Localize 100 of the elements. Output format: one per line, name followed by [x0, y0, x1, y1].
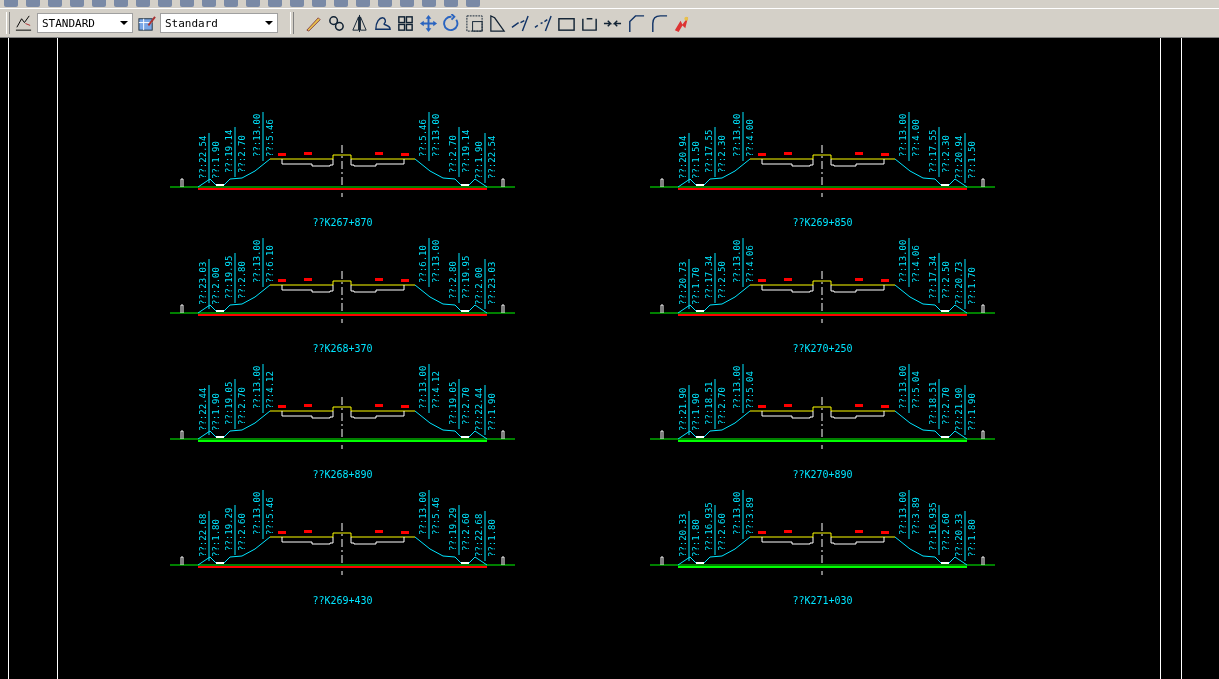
toolbar-icon[interactable]: [334, 0, 348, 7]
elevation-label: ??:2.50: [941, 261, 951, 299]
elevation-label: ??:18.51: [928, 381, 938, 425]
leader-line: [262, 238, 264, 288]
leader-line: [234, 504, 236, 556]
elevation-label: ??:1.50: [967, 141, 977, 179]
elevation-label: ??:20.33: [954, 513, 964, 557]
elevation-label: ??:1.90: [211, 141, 221, 179]
elevation-label: ??:19.14: [461, 129, 471, 173]
elevation-label: ??:19.05: [448, 381, 458, 425]
elevation-label: ??:1.80: [967, 519, 977, 557]
leader-line: [714, 378, 716, 430]
elevation-label: ??:19.14: [224, 129, 234, 173]
elevation-label: ??:22.68: [198, 513, 208, 557]
table-style-icon[interactable]: [137, 13, 156, 33]
leader-line: [484, 510, 486, 562]
toolbar-icon[interactable]: [224, 0, 238, 7]
leader-line: [208, 258, 210, 310]
elevation-label: ??:13.00: [732, 365, 742, 409]
toolbar-icon[interactable]: [202, 0, 216, 7]
elevation-label: ??:4.00: [911, 119, 921, 157]
toolbar-icon[interactable]: [180, 0, 194, 7]
elevation-label: ??:2.70: [461, 387, 471, 425]
elevation-label: ??:20.94: [954, 135, 964, 179]
station-label: ??K268+370: [312, 343, 373, 355]
toolbar-icon[interactable]: [378, 0, 392, 7]
elevation-label: ??:2.00: [211, 267, 221, 305]
leader-line: [458, 378, 460, 430]
move-icon[interactable]: [419, 13, 438, 33]
caret-icon: [265, 21, 273, 25]
toolbar-icon[interactable]: [268, 0, 282, 7]
toolbar-icon[interactable]: [48, 0, 62, 7]
leader-line: [688, 258, 690, 310]
elevation-label: ??:21.90: [954, 387, 964, 431]
leader-line: [458, 126, 460, 178]
elevation-label: ??:19.29: [224, 507, 234, 551]
scale-icon[interactable]: [465, 13, 484, 33]
elevation-label: ??:13.00: [418, 491, 428, 535]
elevation-label: ??:5.46: [265, 119, 275, 157]
leader-line: [742, 112, 744, 162]
dimension-style-dropdown[interactable]: STANDARD: [37, 13, 133, 33]
elevation-label: ??:1.90: [967, 393, 977, 431]
toolbar-icon[interactable]: [26, 0, 40, 7]
elevation-label: ??:1.70: [691, 267, 701, 305]
toolbar-icon[interactable]: [466, 0, 480, 7]
elevation-label: ??:2.60: [461, 513, 471, 551]
mirror-icon[interactable]: [350, 13, 369, 33]
leader-line: [938, 504, 940, 556]
elevation-label: ??:4.06: [745, 245, 755, 283]
elevation-label: ??:13.00: [732, 491, 742, 535]
dimension-style-icon[interactable]: [14, 13, 33, 33]
toolbar-icon[interactable]: [400, 0, 414, 7]
leader-line: [234, 126, 236, 178]
elevation-label: ??:2.60: [717, 513, 727, 551]
toolbar-icon[interactable]: [70, 0, 84, 7]
toolbar-icon[interactable]: [136, 0, 150, 7]
elevation-label: ??:1.90: [474, 141, 484, 179]
toolbar-icon[interactable]: [4, 0, 18, 7]
elevation-label: ??:2.00: [474, 267, 484, 305]
toolbar-icon[interactable]: [422, 0, 436, 7]
elevation-label: ??:1.90: [487, 393, 497, 431]
toolbar-icon[interactable]: [92, 0, 106, 7]
leader-line: [208, 132, 210, 184]
link-icon[interactable]: [327, 13, 346, 33]
toolbar-icon[interactable]: [158, 0, 172, 7]
elevation-label: ??:5.04: [745, 371, 755, 409]
toolbar-icon[interactable]: [312, 0, 326, 7]
elevation-label: ??:3.89: [745, 497, 755, 535]
leader-line: [964, 510, 966, 562]
elevation-label: ??:22.44: [474, 387, 484, 431]
elevation-label: ??:19.95: [461, 255, 471, 299]
station-label: ??K270+250: [792, 343, 853, 355]
elevation-label: ??:22.44: [198, 387, 208, 431]
leader-line: [964, 258, 966, 310]
toolbar-icon[interactable]: [356, 0, 370, 7]
leader-line: [714, 252, 716, 304]
table-style-dropdown[interactable]: Standard: [160, 13, 278, 33]
leader-line: [964, 384, 966, 436]
toolbar-icon[interactable]: [290, 0, 304, 7]
leader-line: [742, 238, 744, 288]
toolbar-icon[interactable]: [114, 0, 128, 7]
elevation-label: ??:13.00: [431, 113, 441, 157]
elevation-label: ??:6.10: [265, 245, 275, 283]
station-label: ??K269+850: [792, 217, 853, 229]
station-label: ??K267+870: [312, 217, 373, 229]
leader-line: [908, 490, 910, 540]
toolbar-icon[interactable]: [444, 0, 458, 7]
toolbar-icon[interactable]: [246, 0, 260, 7]
leader-line: [714, 126, 716, 178]
leader-line: [484, 132, 486, 184]
station-label: ??K271+030: [792, 595, 853, 607]
elevation-label: ??:17.34: [928, 255, 938, 299]
elevation-label: ??:4.06: [911, 245, 921, 283]
array-icon[interactable]: [396, 13, 415, 33]
elevation-label: ??:1.90: [691, 393, 701, 431]
elevation-label: ??:13.00: [732, 113, 742, 157]
leader-line: [742, 490, 744, 540]
rotate-icon[interactable]: [442, 13, 461, 33]
elevation-label: ??:1.80: [211, 519, 221, 557]
caret-icon: [120, 21, 128, 25]
